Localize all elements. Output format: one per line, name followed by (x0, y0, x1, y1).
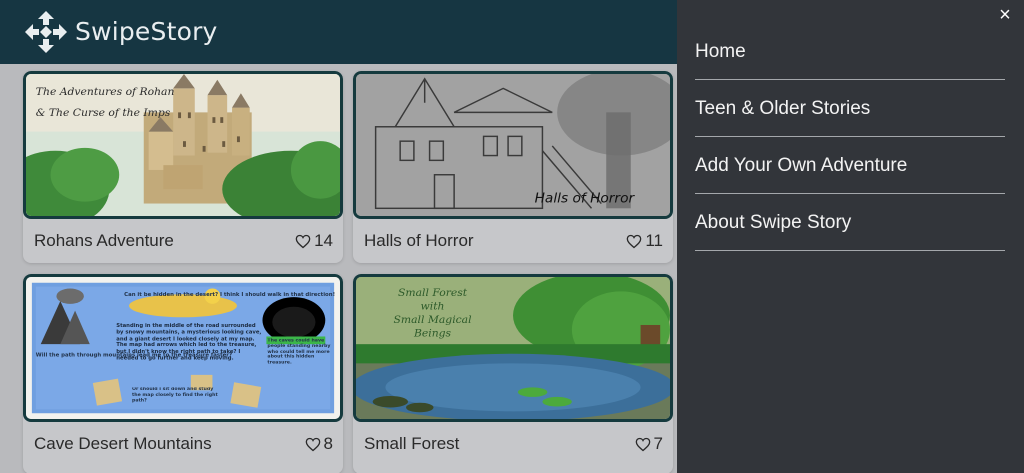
move-arrows-logo-icon[interactable] (24, 10, 68, 54)
story-card-halls-of-horror[interactable]: Halls of Horror Halls of Horror 11 (353, 71, 673, 263)
story-cover-image[interactable]: Will the path through mountains lead me … (23, 274, 343, 422)
cover-title-line-2: & The Curse of the Imps (36, 106, 171, 119)
story-cover-image[interactable]: The Adventures of Rohan & The Curse of t… (23, 71, 343, 219)
cover-text-question-2: Can it be hidden in the desert? I think … (124, 292, 335, 298)
story-grid: The Adventures of Rohan & The Curse of t… (0, 64, 677, 473)
cover-text-question-4: Or should I sit down and study the map c… (131, 387, 218, 404)
heart-icon[interactable] (635, 437, 651, 452)
cover-title-line-2: with (421, 300, 445, 313)
story-title[interactable]: Rohans Adventure (34, 231, 174, 251)
heart-icon[interactable] (295, 234, 311, 249)
cover-title-line-3: Small Magical (394, 313, 472, 326)
heart-icon[interactable] (626, 234, 642, 249)
cover-title: Halls of Horror (535, 191, 636, 207)
story-likes[interactable]: 14 (295, 231, 333, 251)
menu-item-home[interactable]: Home (695, 23, 1005, 80)
likes-count: 11 (645, 231, 663, 250)
story-title[interactable]: Halls of Horror (364, 231, 474, 251)
story-likes[interactable]: 7 (635, 434, 663, 454)
story-likes[interactable]: 8 (305, 434, 333, 454)
cover-title-line-1: Small Forest (398, 286, 468, 299)
cover-text-question-3: The caves could have people standing nea… (267, 338, 331, 366)
story-title[interactable]: Small Forest (364, 434, 459, 454)
cover-title-line-4: Beings (413, 327, 452, 340)
navigation-drawer: × Home Teen & Older Stories Add Your Own… (677, 0, 1024, 473)
menu-item-teen-older-stories[interactable]: Teen & Older Stories (695, 80, 1005, 137)
story-likes[interactable]: 11 (626, 231, 663, 251)
heart-icon[interactable] (305, 437, 321, 452)
likes-count: 14 (314, 231, 333, 250)
story-cover-image[interactable]: Small Forest with Small Magical Beings (353, 274, 673, 422)
likes-count: 7 (653, 434, 663, 453)
cover-story-text: Standing in the middle of the road surro… (116, 323, 262, 362)
story-title[interactable]: Cave Desert Mountains (34, 434, 212, 454)
close-icon[interactable]: × (995, 5, 1015, 25)
menu-item-add-your-own-adventure[interactable]: Add Your Own Adventure (695, 137, 1005, 194)
story-card-rohans-adventure[interactable]: The Adventures of Rohan & The Curse of t… (23, 71, 343, 263)
story-cover-image[interactable]: Halls of Horror (353, 71, 673, 219)
drawer-menu: Home Teen & Older Stories Add Your Own A… (695, 23, 1005, 251)
cover-title-line-1: The Adventures of Rohan (36, 85, 175, 98)
menu-item-about-swipe-story[interactable]: About Swipe Story (695, 194, 1005, 251)
story-card-cave-desert-mountains[interactable]: Will the path through mountains lead me … (23, 274, 343, 473)
likes-count: 8 (323, 434, 333, 453)
story-card-small-forest[interactable]: Small Forest with Small Magical Beings S… (353, 274, 673, 473)
brand-name[interactable]: SwipeStory (75, 17, 218, 46)
